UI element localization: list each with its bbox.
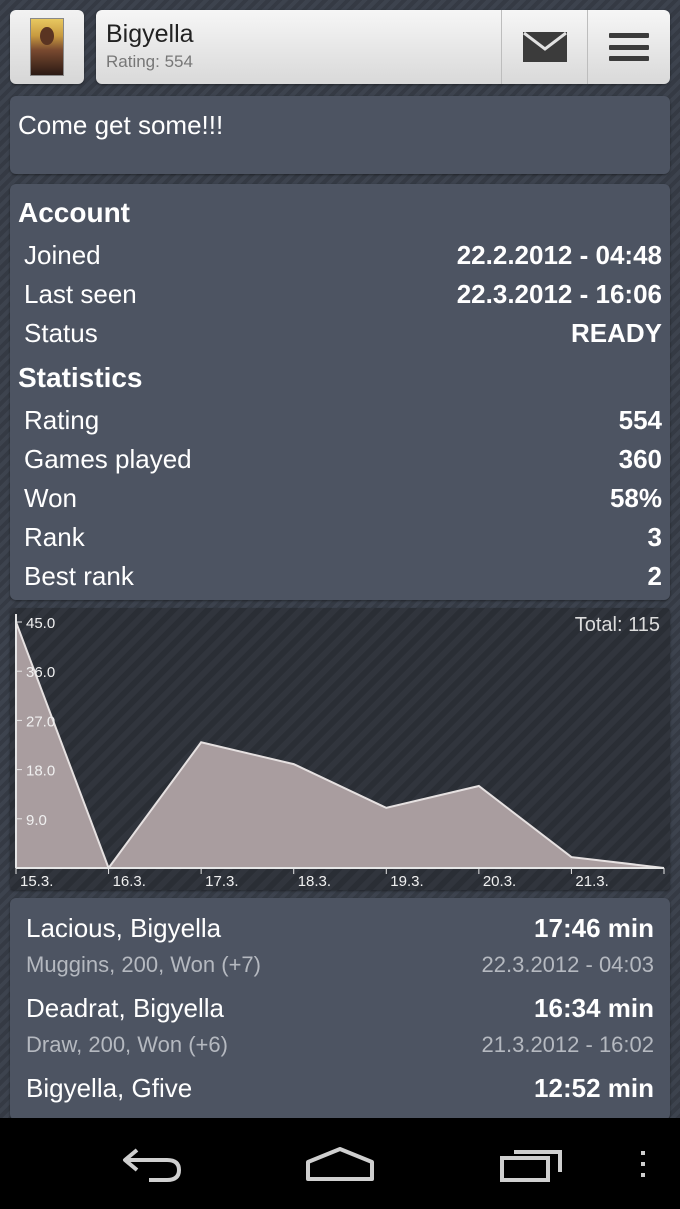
row-label: Joined [24,240,101,270]
game-duration: 17:46 min [534,913,654,943]
row-value: 58% [609,483,662,513]
game-players: Bigyella, Gfive [26,1073,193,1103]
menu-button[interactable] [587,10,670,84]
stats-row-best-rank: Best rank 2 [18,557,662,596]
back-icon [123,1148,182,1182]
row-value: 22.3.2012 - 16:06 [456,279,662,309]
player-info: Bigyella Rating: 554 [96,10,501,84]
chart-x-tick-label: 20.3. [483,873,516,890]
chart-x-tick-label: 18.3. [298,873,331,890]
row-label: Rating [24,405,100,435]
games-chart: 45.0 36.0 27.0 18.0 9.0 15.3. 16.3. 17.3. 18.3. 1… [10,608,670,890]
chart-y-tick-label: 27.0 [26,713,55,730]
chart-svg: 45.0 36.0 27.0 18.0 9.0 15.3. 16.3. 17.3. 18.3. 1… [15,614,665,890]
chart-x-tick-label: 17.3. [205,873,238,890]
player-rating: Rating: 554 [106,52,193,71]
row-value: 554 [618,405,662,435]
chart-y-tick-label: 36.0 [26,664,55,681]
account-row-joined: Joined 22.2.2012 - 04:48 [18,236,662,275]
game-players: Lacious, Bigyella [26,913,222,943]
row-value: 3 [647,522,662,552]
chart-x-tick-label: 16.3. [113,873,146,890]
chart-y-tick-label: 9.0 [26,812,47,829]
row-label: Games played [24,444,192,474]
chart-area [16,622,664,868]
game-details: Draw, 200, Won (+6) [26,1032,228,1057]
recent-apps-button[interactable] [492,1142,572,1186]
row-label: Best rank [24,561,134,591]
recent-games-list: Lacious, Bigyella 17:46 min Muggins, 200… [10,898,670,1120]
home-icon [306,1147,374,1181]
row-value: 22.2.2012 - 04:48 [456,240,662,270]
back-button[interactable] [112,1142,192,1186]
game-item[interactable]: Deadrat, Bigyella 16:34 min Draw, 200, W… [26,988,654,1068]
row-label: Won [24,483,77,513]
player-motto: Come get some!!! [18,110,224,140]
stats-row-rank: Rank 3 [18,518,662,557]
stats-row-games-played: Games played 360 [18,440,662,479]
account-title: Account [18,197,130,228]
row-value: 2 [647,561,662,591]
chart-y-tick-label: 18.0 [26,763,55,780]
overflow-menu-icon [641,1151,645,1177]
row-label: Rank [24,522,85,552]
game-details: Muggins, 200, Won (+7) [26,952,261,977]
account-row-last-seen: Last seen 22.3.2012 - 16:06 [18,275,662,314]
system-nav-bar [0,1118,680,1209]
stats-row-rating: Rating 554 [18,401,662,440]
chart-y-tick-label: 45.0 [26,615,55,632]
game-date: 21.3.2012 - 16:02 [481,1032,654,1057]
game-duration: 16:34 min [534,993,654,1023]
game-item[interactable]: Bigyella, Gfive 12:52 min [26,1068,654,1120]
overflow-menu-button[interactable] [628,1142,658,1186]
player-avatar[interactable] [10,10,84,84]
profile-info-card: Account Joined 22.2.2012 - 04:48 Last se… [10,184,670,600]
recent-apps-icon [500,1150,562,1182]
player-name: Bigyella [106,20,194,48]
chart-total: Total: 115 [574,614,660,636]
motto-card: Come get some!!! [10,96,670,174]
avatar-image [30,18,64,76]
game-duration: 12:52 min [534,1073,654,1103]
game-date: 22.3.2012 - 04:03 [481,952,654,977]
menu-icon [609,33,649,61]
row-value: READY [570,318,662,348]
chart-x-tick-label: 19.3. [390,873,423,890]
chart-x-tick-label: 21.3. [575,873,608,890]
row-value: 360 [618,444,662,474]
account-row-status: Status READY [18,314,662,353]
row-label: Last seen [24,279,137,309]
game-players: Deadrat, Bigyella [26,993,224,1023]
mail-icon [522,32,567,62]
chart-x-tick-label: 15.3. [20,873,53,890]
statistics-title: Statistics [18,362,143,393]
stats-row-won: Won 58% [18,479,662,518]
message-button[interactable] [501,10,587,84]
header-bar: Bigyella Rating: 554 [96,10,670,84]
home-button[interactable] [300,1142,380,1186]
game-item[interactable]: Lacious, Bigyella 17:46 min Muggins, 200… [26,908,654,988]
row-label: Status [24,318,98,348]
